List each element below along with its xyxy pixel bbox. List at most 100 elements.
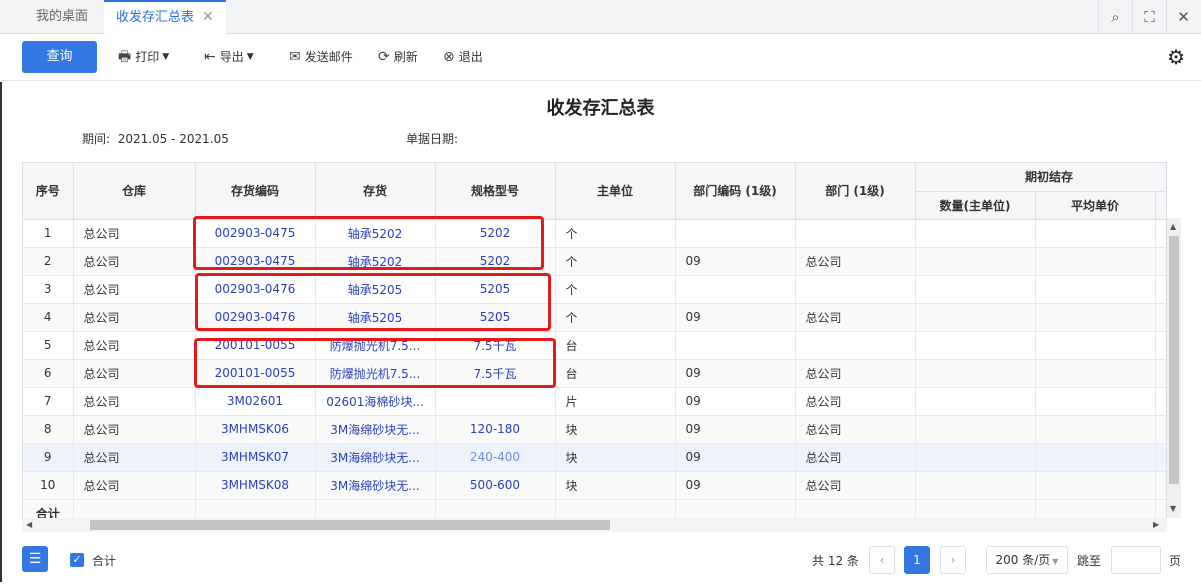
extra-cell (1155, 331, 1166, 360)
qty-cell (915, 247, 1036, 276)
header-code[interactable]: 存货编码 (195, 163, 316, 220)
qty-cell (915, 415, 1036, 444)
warehouse-cell: 总公司 (73, 443, 196, 472)
horizontal-scrollbar[interactable]: ◀ ▶ (22, 518, 1167, 532)
qty-cell (915, 359, 1036, 388)
dept-code-cell (675, 331, 796, 360)
header-dept-code[interactable]: 部门编码 (1级) (675, 163, 796, 220)
unit-cell: 块 (555, 471, 676, 500)
header-index[interactable]: 序号 (23, 163, 74, 220)
unit-cell: 个 (555, 303, 676, 332)
gear-icon[interactable]: ⚙ (1167, 45, 1185, 69)
avg-price-cell (1035, 275, 1156, 304)
refresh-label: 刷新 (393, 50, 418, 64)
tab-inventory-summary[interactable]: 收发存汇总表 ✕ (104, 0, 226, 34)
exit-label: 退出 (458, 50, 483, 64)
qty-cell (915, 387, 1036, 416)
header-spec[interactable]: 规格型号 (435, 163, 556, 220)
close-icon[interactable]: ✕ (1166, 0, 1200, 34)
tab-label: 我的桌面 (36, 9, 89, 24)
total-row: 合计 (23, 499, 1166, 518)
scroll-down-icon[interactable]: ▼ (1170, 504, 1176, 513)
qty-cell (915, 219, 1036, 248)
item-code-cell: 3MHMSK08 (195, 471, 316, 500)
scroll-right-icon[interactable]: ▶ (1153, 520, 1159, 529)
header-warehouse[interactable]: 仓库 (73, 163, 196, 220)
jump-page-input[interactable] (1111, 546, 1161, 574)
avg-price-cell (1035, 359, 1156, 388)
spec-cell (435, 387, 556, 416)
close-tab-icon[interactable]: ✕ (202, 9, 214, 25)
total-cell (435, 499, 556, 518)
query-button[interactable]: 查询 (22, 41, 97, 73)
send-mail-label: 发送邮件 (304, 50, 353, 64)
warehouse-cell: 总公司 (73, 359, 196, 388)
header-dept[interactable]: 部门 (1级) (795, 163, 916, 220)
table-row[interactable]: 9 总公司 3MHMSK07 3M海绵砂块无... 240-400 块 09 总公司 (23, 443, 1166, 472)
item-code-cell: 3M02601 (195, 387, 316, 416)
spec-cell: 120-180 (435, 415, 556, 444)
total-cell (915, 499, 1036, 518)
item-name-cell: 3M海绵砂块无... (315, 443, 436, 472)
print-label: 打印 (135, 50, 160, 64)
export-label: 导出 (219, 50, 244, 64)
tab-bar: 我的桌面 收发存汇总表 ✕ ⌕ ⛶ ✕ (0, 0, 1201, 34)
dept-code-cell (675, 219, 796, 248)
dept-code-cell (675, 275, 796, 304)
header-qty[interactable]: 数量(主单位) (915, 191, 1036, 220)
chevron-down-icon: ▼ (1052, 557, 1059, 566)
table-row[interactable]: 10 总公司 3MHMSK08 3M海绵砂块无... 500-600 块 09 总公司 (23, 471, 1166, 500)
qty-cell (915, 303, 1036, 332)
scroll-up-icon[interactable]: ▲ (1170, 222, 1176, 231)
send-mail-button[interactable]: ✉ 发送邮件 (289, 47, 353, 67)
mail-icon: ✉ (289, 49, 301, 65)
fullscreen-icon[interactable]: ⛶ (1132, 0, 1166, 34)
row-index-cell: 8 (23, 415, 74, 444)
vertical-scroll-thumb[interactable] (1169, 236, 1179, 484)
total-checkbox-label: 合计 (92, 554, 117, 568)
vertical-scrollbar[interactable]: ▲ ▼ (1167, 218, 1181, 518)
extra-cell (1155, 471, 1166, 500)
highlight-box (195, 273, 551, 331)
total-cell (555, 499, 676, 518)
header-item[interactable]: 存货 (315, 163, 436, 220)
qty-cell (915, 443, 1036, 472)
print-button[interactable]: 🖶 打印 ▼ (118, 47, 169, 67)
doc-date-label: 单据日期: (406, 132, 459, 146)
scroll-left-icon[interactable]: ◀ (26, 520, 32, 529)
next-page-button[interactable]: › (940, 546, 966, 574)
export-button[interactable]: ⇤ 导出 ▼ (204, 47, 254, 67)
refresh-button[interactable]: ⟳ 刷新 (378, 47, 418, 67)
row-index-cell: 6 (23, 359, 74, 388)
period: 期间: 2021.05 - 2021.05 (82, 130, 229, 147)
unit-cell: 个 (555, 275, 676, 304)
exit-button[interactable]: ⊗ 退出 (443, 47, 483, 67)
horizontal-scroll-thumb[interactable] (90, 520, 610, 530)
column-settings-icon[interactable]: ☰ (22, 546, 48, 572)
table-row[interactable]: 7 总公司 3M02601 02601海棉砂块... 片 09 总公司 (23, 387, 1166, 416)
avg-price-cell (1035, 415, 1156, 444)
tab-my-desktop[interactable]: 我的桌面 (24, 0, 100, 34)
page-unit-label: 页 (1169, 554, 1182, 568)
header-avg-price[interactable]: 平均单价 (1035, 191, 1156, 220)
dept-cell (795, 219, 916, 248)
total-checkbox[interactable]: ✓ (70, 553, 84, 567)
item-name-cell: 3M海绵砂块无... (315, 471, 436, 500)
page-size-select[interactable]: 200 条/页 ▼ (986, 546, 1068, 574)
record-count: 共 12 条 (812, 554, 859, 568)
table-row[interactable]: 8 总公司 3MHMSK06 3M海绵砂块无... 120-180 块 09 总公司 (23, 415, 1166, 444)
warehouse-cell: 总公司 (73, 219, 196, 248)
prev-page-button[interactable]: ‹ (869, 546, 895, 574)
refresh-icon: ⟳ (378, 49, 390, 65)
search-icon[interactable]: ⌕ (1098, 0, 1132, 34)
warehouse-cell: 总公司 (73, 275, 196, 304)
row-index-cell: 1 (23, 219, 74, 248)
current-page[interactable]: 1 (904, 546, 930, 574)
dept-code-cell: 09 (675, 359, 796, 388)
header-unit[interactable]: 主单位 (555, 163, 676, 220)
chevron-down-icon: ▼ (246, 52, 254, 62)
avg-price-cell (1035, 331, 1156, 360)
row-index-cell: 10 (23, 471, 74, 500)
unit-cell: 台 (555, 359, 676, 388)
qty-cell (915, 471, 1036, 500)
